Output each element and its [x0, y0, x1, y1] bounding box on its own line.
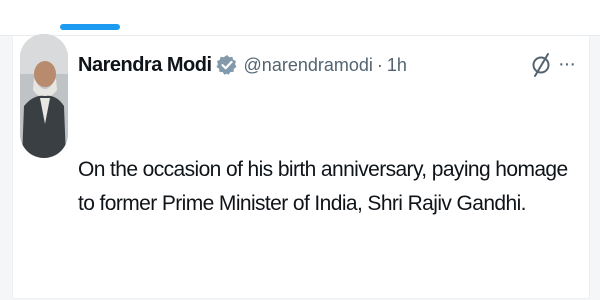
- tweet-text: On the occasion of his birth anniversary…: [78, 158, 568, 215]
- dot-separator: ·: [376, 54, 383, 75]
- author-handle[interactable]: @narendramodi: [244, 55, 373, 76]
- more-options-icon[interactable]: ···: [558, 54, 576, 74]
- grok-icon[interactable]: [530, 52, 552, 78]
- active-tab-indicator[interactable]: [60, 24, 120, 30]
- tweet-header: Narendra Modi @narendramodi · 1h: [78, 50, 407, 80]
- author-name[interactable]: Narendra Modi: [78, 54, 212, 77]
- timestamp[interactable]: 1h: [387, 55, 407, 76]
- avatar[interactable]: [20, 34, 68, 158]
- top-navigation-bar: [0, 0, 600, 36]
- verified-badge-icon: [216, 54, 238, 76]
